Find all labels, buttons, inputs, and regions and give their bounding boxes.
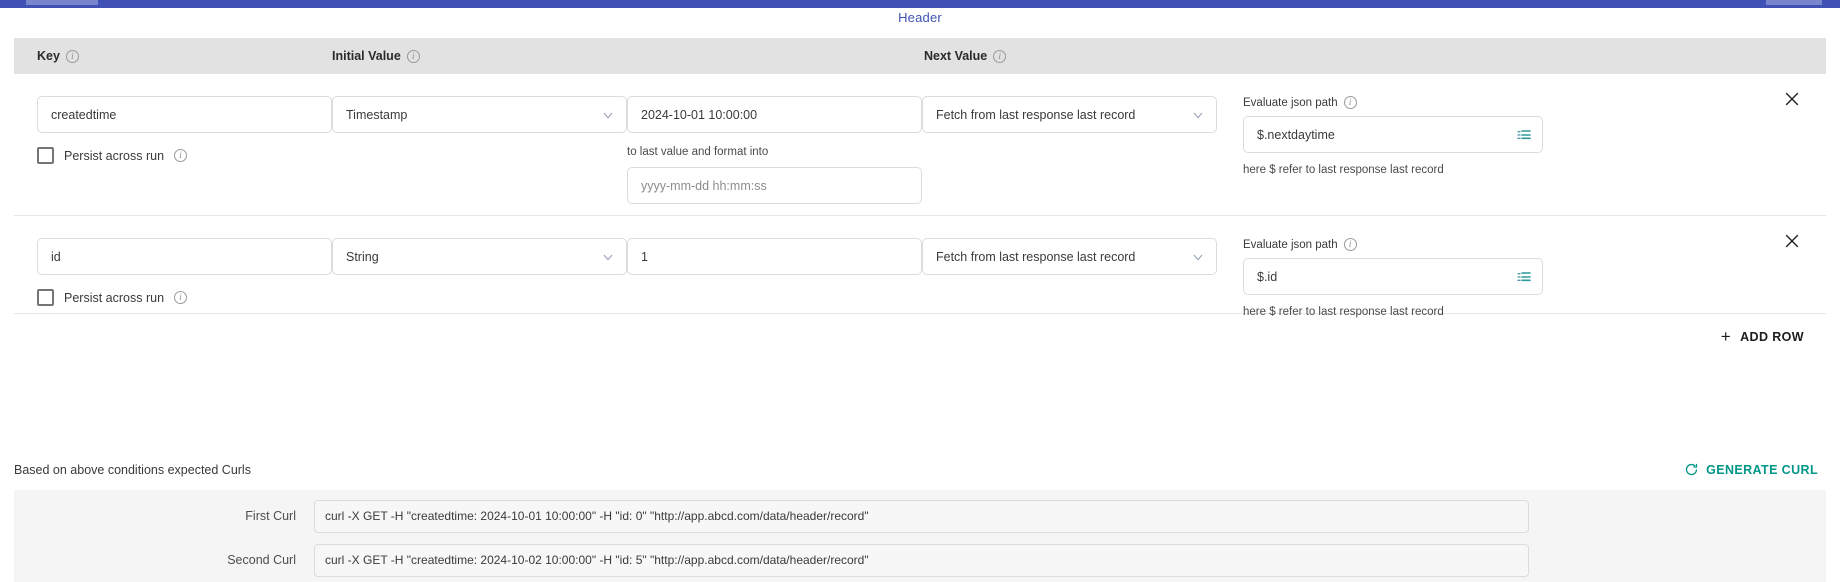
json-path-input[interactable]: $.nextdaytime (1243, 116, 1543, 153)
format-pattern-placeholder: yyyy-mm-dd hh:mm:ss (641, 179, 767, 193)
key-input[interactable]: id (37, 238, 332, 275)
chevron-down-icon (600, 107, 616, 123)
persist-across-run-row[interactable]: Persist across run i (37, 289, 332, 306)
generate-curl-label: GENERATE CURL (1706, 463, 1818, 477)
value-type-select-value: Timestamp (346, 108, 407, 122)
curl-section-caption: Based on above conditions expected Curls (14, 463, 251, 477)
persist-across-run-row[interactable]: Persist across run i (37, 147, 332, 164)
row-initial-value-cell: 2024-10-01 10:00:00 to last value and fo… (627, 96, 922, 204)
next-value-select-value: Fetch from last response last record (936, 250, 1135, 264)
curl-row-first: First Curl curl -X GET -H "createdtime: … (14, 494, 1826, 538)
format-pattern-input[interactable]: yyyy-mm-dd hh:mm:ss (627, 167, 922, 204)
chevron-down-icon (1190, 249, 1206, 265)
value-type-select-value: String (346, 250, 379, 264)
column-header-next-value-label: Next Value (924, 49, 987, 63)
tab-indicator-left[interactable] (26, 0, 98, 5)
remove-row-button[interactable] (1782, 89, 1802, 109)
row-type-cell: String (332, 238, 627, 275)
add-row-button[interactable]: + ADD ROW (14, 314, 1826, 345)
table-row: id Persist across run i String (14, 216, 1826, 314)
info-icon[interactable]: i (174, 291, 187, 304)
table-header-row: Key i Initial Value i Next Value i (14, 38, 1826, 74)
first-curl-input[interactable]: curl -X GET -H "createdtime: 2024-10-01 … (314, 500, 1529, 533)
next-value-select[interactable]: Fetch from last response last record (922, 238, 1217, 275)
persist-across-run-checkbox[interactable] (37, 147, 54, 164)
next-value-select[interactable]: Fetch from last response last record (922, 96, 1217, 133)
chevron-down-icon (600, 249, 616, 265)
persist-across-run-label: Persist across run (64, 291, 164, 305)
remove-row-button[interactable] (1782, 231, 1802, 251)
column-header-initial-value: Initial Value i (332, 49, 924, 63)
next-value-select-value: Fetch from last response last record (936, 108, 1135, 122)
row-json-path-cell: Evaluate json path i $.nextdaytime here … (1243, 96, 1543, 176)
row-initial-value-cell: 1 (627, 238, 922, 275)
format-into-label: to last value and format into (627, 146, 922, 158)
row-json-path-cell: Evaluate json path i $.id here $ refer t… (1243, 238, 1543, 318)
tab-indicator-right[interactable] (1766, 0, 1822, 5)
column-header-key: Key i (14, 49, 332, 63)
row-key-cell: id Persist across run i (14, 238, 332, 306)
info-icon[interactable]: i (993, 50, 1006, 63)
initial-value-input[interactable]: 1 (627, 238, 922, 275)
table-row: createdtime Persist across run i Timesta… (14, 74, 1826, 216)
key-input-value: createdtime (51, 108, 116, 122)
evaluate-json-path-label: Evaluate json path (1243, 97, 1338, 109)
row-key-cell: createdtime Persist across run i (14, 96, 332, 164)
initial-value-input-value: 1 (641, 250, 648, 264)
row-next-value-cell: Fetch from last response last record (922, 238, 1217, 275)
page-root: Header Key i Initial Value i Next Value … (0, 0, 1840, 582)
chevron-down-icon (1190, 107, 1206, 123)
evaluate-json-path-label: Evaluate json path (1243, 239, 1338, 251)
json-path-input-value: $.nextdaytime (1257, 128, 1335, 142)
initial-value-input-value: 2024-10-01 10:00:00 (641, 108, 757, 122)
info-icon[interactable]: i (66, 50, 79, 63)
key-input-value: id (51, 250, 61, 264)
curl-results-panel: First Curl curl -X GET -H "createdtime: … (14, 490, 1826, 582)
column-header-key-label: Key (37, 49, 60, 63)
evaluate-json-path-label-wrap: Evaluate json path i (1243, 238, 1543, 251)
json-path-helper-text: here $ refer to last response last recor… (1243, 306, 1543, 318)
row-next-value-cell: Fetch from last response last record (922, 96, 1217, 133)
curl-row-second: Second Curl curl -X GET -H "createdtime:… (14, 538, 1826, 582)
row-type-cell: Timestamp (332, 96, 627, 133)
curl-section-header: Based on above conditions expected Curls… (14, 462, 1826, 477)
persist-across-run-checkbox[interactable] (37, 289, 54, 306)
top-tab-strip (0, 0, 1840, 8)
plus-icon: + (1721, 328, 1731, 345)
second-curl-label: Second Curl (14, 553, 314, 567)
json-path-input-value: $.id (1257, 270, 1277, 284)
column-header-initial-value-label: Initial Value (332, 49, 401, 63)
first-curl-label: First Curl (14, 509, 314, 523)
format-list-icon[interactable] (1516, 269, 1532, 285)
column-header-next-value: Next Value i (924, 49, 1524, 63)
add-row-label: ADD ROW (1740, 330, 1804, 344)
persist-across-run-label: Persist across run (64, 149, 164, 163)
initial-value-input[interactable]: 2024-10-01 10:00:00 (627, 96, 922, 133)
json-path-input[interactable]: $.id (1243, 258, 1543, 295)
page-title: Header (0, 10, 1840, 25)
value-type-select[interactable]: Timestamp (332, 96, 627, 133)
header-params-card: Key i Initial Value i Next Value i creat… (14, 38, 1826, 345)
refresh-icon (1684, 462, 1699, 477)
generate-curl-button[interactable]: GENERATE CURL (1684, 462, 1826, 477)
info-icon[interactable]: i (1344, 96, 1357, 109)
second-curl-input[interactable]: curl -X GET -H "createdtime: 2024-10-02 … (314, 544, 1529, 577)
evaluate-json-path-label-wrap: Evaluate json path i (1243, 96, 1543, 109)
value-type-select[interactable]: String (332, 238, 627, 275)
info-icon[interactable]: i (174, 149, 187, 162)
format-list-icon[interactable] (1516, 127, 1532, 143)
info-icon[interactable]: i (407, 50, 420, 63)
key-input[interactable]: createdtime (37, 96, 332, 133)
tab-strip-bar (98, 1, 1718, 8)
json-path-helper-text: here $ refer to last response last recor… (1243, 164, 1543, 176)
info-icon[interactable]: i (1344, 238, 1357, 251)
